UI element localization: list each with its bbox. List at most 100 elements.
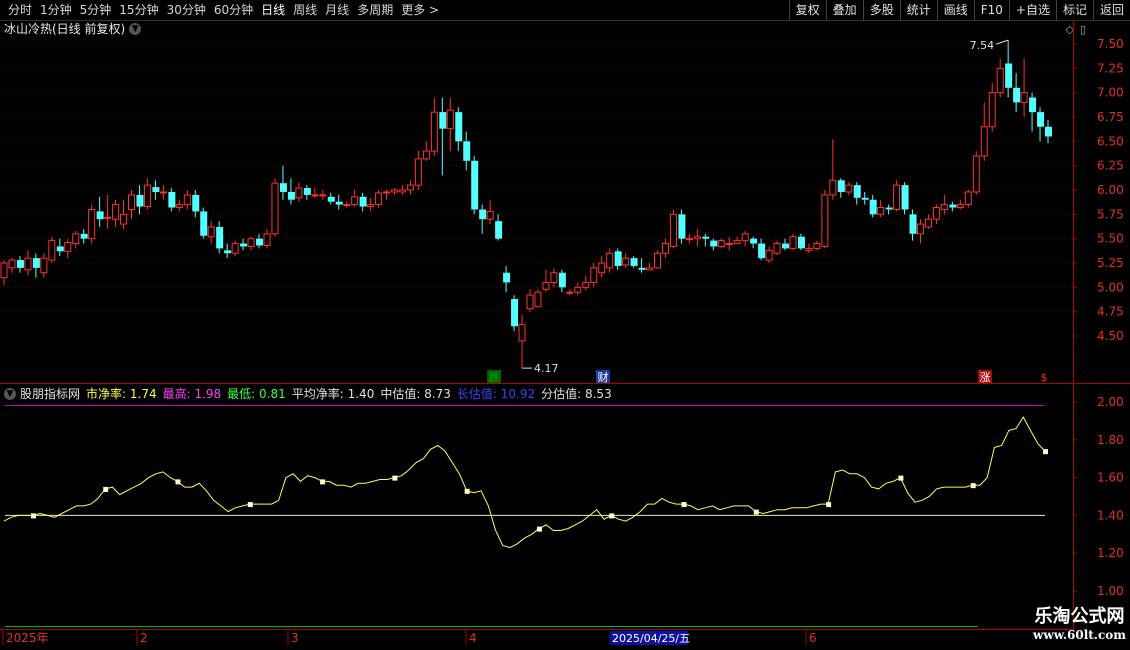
candle-body — [430, 111, 438, 152]
event-marker: $ — [1041, 371, 1048, 384]
candle-body — [821, 194, 829, 247]
candle-body — [789, 236, 797, 249]
candle-body — [606, 252, 614, 269]
candle-body — [479, 209, 487, 220]
candle-body — [327, 196, 335, 202]
price-axis-label: 5.50 — [1097, 232, 1124, 246]
pb-point — [320, 479, 326, 485]
candle-body — [758, 243, 766, 259]
candle-body — [614, 251, 622, 266]
price-axis-label: 5.25 — [1097, 256, 1124, 270]
watermark: 乐淘公式网 www.60lt.com — [1033, 602, 1126, 642]
chart-canvas[interactable]: 7.50 7.25 7.00 6.75 6.50 6.25 6.00 5.75 5.50 5.25… — [0, 0, 1130, 650]
candle-body — [805, 247, 813, 251]
candle-body — [710, 240, 718, 247]
candle-body — [877, 207, 885, 215]
candle-body — [733, 240, 741, 245]
candle-body — [853, 185, 861, 198]
candle-body — [247, 238, 255, 247]
candle-body — [725, 243, 733, 246]
candle-body — [120, 213, 128, 225]
event-marker: 财 — [598, 370, 609, 384]
price-axis-label: 7.50 — [1097, 37, 1124, 51]
price-axis-label: 7.25 — [1097, 61, 1124, 75]
candle-body — [263, 233, 271, 246]
candle-body — [869, 199, 877, 215]
candle-body — [949, 204, 957, 208]
candle-body — [702, 236, 710, 239]
candle-body — [168, 191, 176, 208]
candle-body — [231, 243, 239, 254]
candle-body — [622, 257, 630, 266]
candle-body — [511, 299, 519, 327]
price-axis-label: 5.75 — [1097, 207, 1124, 221]
candle-body — [486, 210, 494, 220]
candle-body — [574, 286, 582, 293]
candle-body — [630, 258, 638, 266]
candle-body — [40, 257, 48, 274]
candle-body — [383, 191, 391, 194]
candle-body — [996, 67, 1004, 94]
time-label: 2025年 — [6, 631, 49, 645]
candle-body — [455, 112, 463, 142]
candle-body — [646, 267, 654, 271]
watermark-url: www.60lt.com — [1033, 628, 1126, 642]
candle-body — [398, 189, 406, 193]
pb-point — [826, 502, 832, 508]
indicator-axis-label: 2.00 — [1097, 395, 1124, 409]
price-axis-label: 6.25 — [1097, 159, 1124, 173]
candle-body — [861, 197, 869, 200]
pb-point — [103, 486, 109, 492]
candle-body — [1029, 97, 1037, 113]
candle-body — [200, 211, 208, 236]
candle-body — [406, 184, 414, 191]
candle-body — [550, 272, 558, 283]
pb-point — [247, 502, 253, 508]
candle-body — [224, 250, 232, 254]
candle-body — [256, 238, 264, 246]
pb-point — [464, 488, 470, 494]
candle-body — [773, 243, 781, 254]
pb-point — [1043, 449, 1048, 455]
candle-body — [901, 185, 909, 210]
pb-point — [536, 526, 542, 532]
time-label: 3 — [291, 631, 299, 645]
candle-body — [136, 194, 144, 207]
candle-body — [88, 208, 96, 240]
candle-body — [1037, 112, 1045, 127]
candle-body — [598, 262, 606, 274]
candle-body — [1005, 63, 1013, 88]
candle-body — [8, 259, 16, 269]
candle-body — [972, 155, 980, 193]
price-axis-label: 6.50 — [1097, 134, 1124, 148]
high-pointer — [995, 39, 1009, 45]
candle-body — [590, 267, 598, 283]
pb-point — [175, 479, 181, 485]
candle-body — [207, 226, 215, 238]
candle-body — [669, 213, 677, 247]
candle-body — [48, 240, 56, 261]
candle-body — [32, 258, 40, 268]
event-marker: 跌 — [489, 370, 500, 384]
candle-body — [837, 180, 845, 192]
time-label: 6 — [809, 631, 817, 645]
candle-body — [829, 179, 837, 196]
candle-body — [503, 272, 511, 283]
candle-body — [717, 240, 725, 247]
candle-body — [980, 126, 988, 157]
candle-body — [463, 141, 471, 161]
indicator-axis-label: 1.80 — [1097, 433, 1124, 447]
price-axis-label: 6.75 — [1097, 110, 1124, 124]
candle-body — [16, 260, 24, 268]
candle-body — [311, 194, 319, 197]
candle-body — [940, 204, 948, 210]
candle-body — [885, 207, 893, 210]
candle-body — [988, 92, 996, 128]
candle-body — [471, 160, 479, 210]
indicator-axis-label: 1.60 — [1097, 471, 1124, 485]
candle-body — [303, 188, 311, 195]
candle-body — [495, 221, 503, 239]
price-axis-label: 4.50 — [1097, 329, 1124, 343]
candle-body — [1013, 87, 1021, 103]
candle-body — [319, 194, 327, 197]
